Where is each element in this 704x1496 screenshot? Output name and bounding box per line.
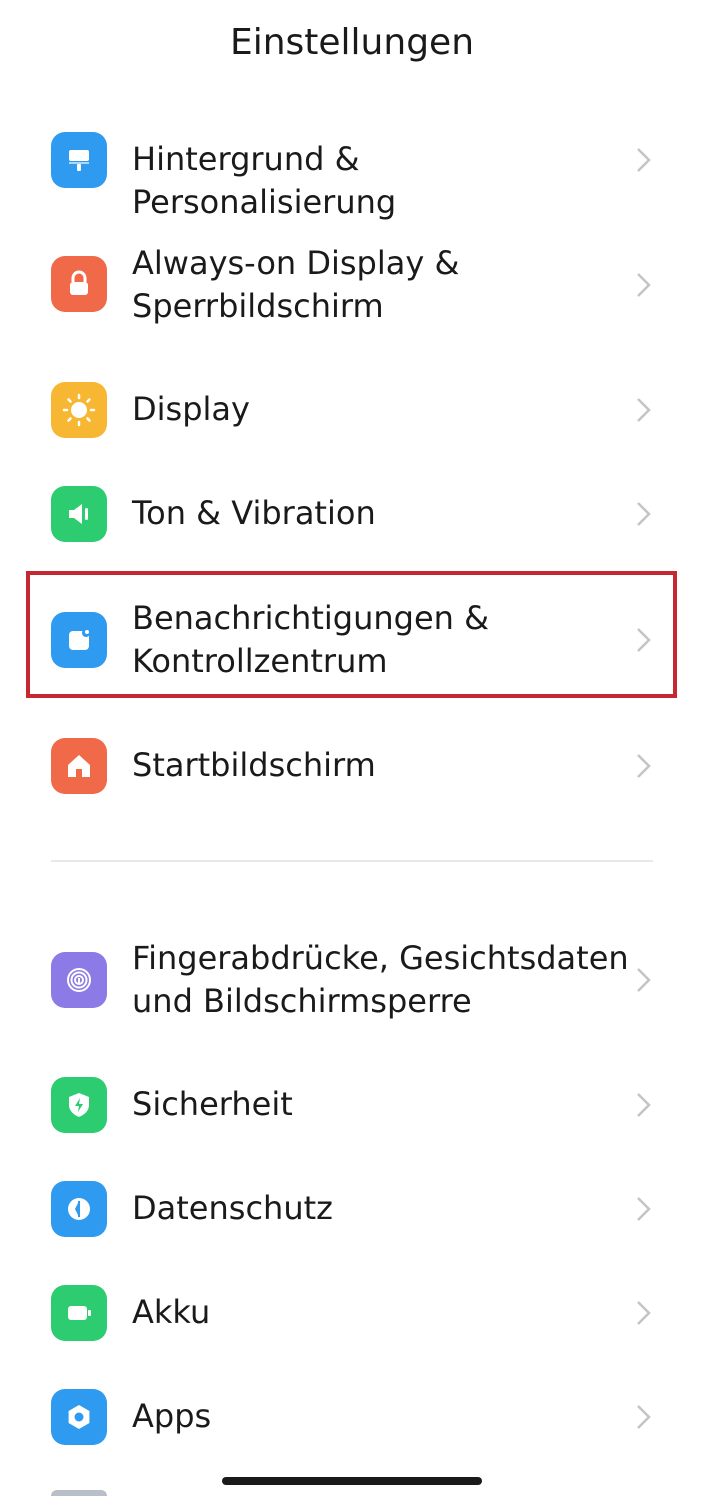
settings-item-home[interactable]: Startbildschirm: [0, 736, 704, 796]
settings-item-label: Hintergrund & Personalisierung: [132, 140, 397, 221]
chevron-right-icon: [634, 751, 654, 781]
settings-item-label: Datenschutz: [132, 1189, 333, 1227]
shield-icon: [51, 1077, 107, 1133]
home-icon: [51, 738, 107, 794]
settings-item-privacy[interactable]: Datenschutz: [0, 1179, 704, 1239]
chevron-right-icon: [634, 1402, 654, 1432]
settings-item-security[interactable]: Sicherheit: [0, 1075, 704, 1135]
settings-item-label: Ton & Vibration: [132, 494, 376, 532]
highlight-frame: [26, 571, 677, 698]
battery-icon: [51, 1285, 107, 1341]
lock-icon: [51, 256, 107, 312]
settings-item-sound[interactable]: Ton & Vibration: [0, 484, 704, 544]
chevron-right-icon: [634, 1090, 654, 1120]
chevron-right-icon: [634, 965, 654, 995]
settings-item-label: Akku: [132, 1293, 211, 1331]
chevron-right-icon: [634, 499, 654, 529]
settings-item-display[interactable]: Display: [0, 380, 704, 440]
privacy-icon: [51, 1181, 107, 1237]
section-divider: [51, 860, 653, 862]
settings-item-apps[interactable]: Apps: [0, 1387, 704, 1447]
settings-item-lockscreen[interactable]: Always-on Display & Sperrbildschirm: [0, 240, 704, 330]
fingerprint-icon: [51, 952, 107, 1008]
chevron-right-icon: [634, 395, 654, 425]
header-bar: Einstellungen: [0, 0, 704, 90]
speaker-icon: [51, 486, 107, 542]
home-indicator[interactable]: [222, 1477, 482, 1485]
next-item-icon-peek: [51, 1490, 107, 1496]
gear-icon: [51, 1389, 107, 1445]
chevron-right-icon: [634, 145, 654, 175]
settings-item-label: Startbildschirm: [132, 746, 376, 784]
settings-item-label: Apps: [132, 1397, 212, 1435]
settings-item-label: Display: [132, 390, 250, 428]
chevron-right-icon: [634, 1194, 654, 1224]
chevron-right-icon: [634, 270, 654, 300]
settings-item-wallpaper[interactable]: Hintergrund & Personalisierung: [0, 130, 704, 221]
settings-item-label: Always-on Display & Sperrbildschirm: [132, 244, 460, 325]
chevron-right-icon: [634, 1298, 654, 1328]
page-title: Einstellungen: [229, 21, 475, 63]
paintbrush-icon: [51, 132, 107, 188]
settings-item-label: Sicherheit: [132, 1085, 293, 1123]
settings-item-biometrics[interactable]: Fingerabdrücke, Gesichtsdaten und Bildsc…: [0, 935, 704, 1025]
settings-item-label: Fingerabdrücke, Gesichtsdaten und Bildsc…: [132, 939, 629, 1020]
settings-item-battery[interactable]: Akku: [0, 1283, 704, 1343]
sun-icon: [51, 382, 107, 438]
